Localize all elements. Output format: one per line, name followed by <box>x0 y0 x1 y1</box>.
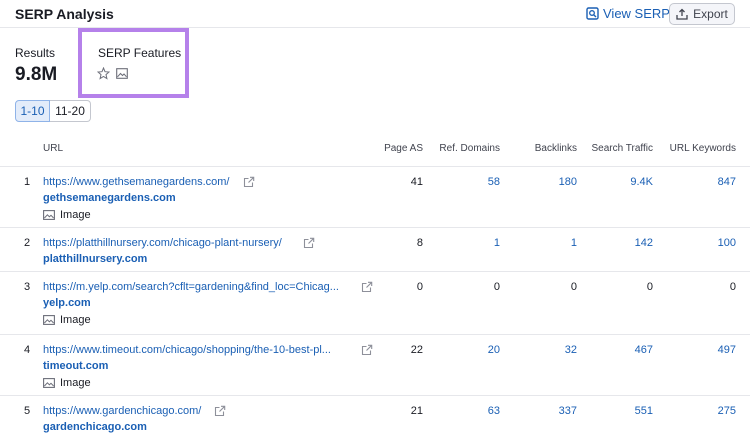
search-traffic-value[interactable]: 9.4K <box>585 176 653 188</box>
column-url[interactable]: URL <box>43 143 63 154</box>
table-header: URL Page AS Ref. Domains Backlinks Searc… <box>0 138 750 162</box>
search-traffic-value[interactable]: 142 <box>585 237 653 249</box>
results-pagination: 1-10 11-20 <box>15 100 91 122</box>
page-as-value: 21 <box>410 405 423 417</box>
view-serp-link[interactable]: View SERP <box>586 6 670 21</box>
ref-domains-value: 0 <box>493 281 500 293</box>
page-1-10-button[interactable]: 1-10 <box>15 100 50 122</box>
result-domain-link[interactable]: platthillnursery.com <box>43 253 147 265</box>
column-url-keywords[interactable]: URL Keywords <box>670 143 736 154</box>
url-keywords-value: 0 <box>729 281 736 293</box>
column-page-as[interactable]: Page AS <box>384 143 423 154</box>
column-ref-domains[interactable]: Ref. Domains <box>439 143 500 154</box>
backlinks-value[interactable]: 337 <box>510 405 577 417</box>
export-button[interactable]: Export <box>669 3 735 25</box>
column-search-traffic[interactable]: Search Traffic <box>591 143 653 154</box>
image-icon <box>43 210 55 220</box>
image-tag-label: Image <box>60 209 91 221</box>
url-keywords-value[interactable]: 275 <box>665 405 736 417</box>
image-feature-tag: Image <box>43 377 91 389</box>
search-traffic-value[interactable]: 551 <box>585 405 653 417</box>
url-keywords-value[interactable]: 100 <box>665 237 736 249</box>
page-as-value: 41 <box>410 176 423 188</box>
row-rank: 3 <box>24 281 31 293</box>
panel-header: SERP Analysis View SERP Export <box>0 0 750 28</box>
image-icon <box>43 315 55 325</box>
page-as-value: 8 <box>416 237 423 249</box>
page-11-20-button[interactable]: 11-20 <box>50 100 91 122</box>
results-label: Results <box>15 46 56 60</box>
view-serp-label: View SERP <box>603 6 670 21</box>
image-tag-label: Image <box>60 314 91 326</box>
result-domain-link[interactable]: gethsemanegardens.com <box>43 192 176 204</box>
ref-domains-value[interactable]: 58 <box>430 176 500 188</box>
column-backlinks[interactable]: Backlinks <box>535 143 577 154</box>
table-row: 5 https://www.gardenchicago.com/ gardenc… <box>0 395 750 441</box>
search-traffic-value: 0 <box>646 281 653 293</box>
page-as-value: 22 <box>410 344 423 356</box>
serp-features-highlight <box>78 28 189 98</box>
image-feature-tag: Image <box>43 314 91 326</box>
row-rank: 5 <box>24 405 31 417</box>
row-rank: 1 <box>24 176 31 188</box>
result-url-link[interactable]: https://m.yelp.com/search?cflt=gardening… <box>43 281 339 293</box>
backlinks-value[interactable]: 1 <box>510 237 577 249</box>
external-link-icon[interactable] <box>214 405 226 417</box>
results-value: 9.8M <box>15 64 58 85</box>
ref-domains-value[interactable]: 63 <box>430 405 500 417</box>
url-keywords-value[interactable]: 497 <box>665 344 736 356</box>
result-url-link[interactable]: https://platthillnursery.com/chicago-pla… <box>43 237 282 249</box>
result-url-link[interactable]: https://www.timeout.com/chicago/shopping… <box>43 344 331 356</box>
image-icon <box>43 378 55 388</box>
star-icon[interactable] <box>97 67 110 80</box>
table-row: 3 https://m.yelp.com/search?cflt=gardeni… <box>0 271 750 334</box>
image-icon[interactable] <box>116 68 128 79</box>
serp-features-label: SERP Features <box>98 46 182 60</box>
image-tag-label: Image <box>60 377 91 389</box>
table-row: 1 https://www.gethsemanegardens.com/ get… <box>0 166 750 227</box>
serp-icon <box>586 7 599 20</box>
url-keywords-value[interactable]: 847 <box>665 176 736 188</box>
page-title: SERP Analysis <box>15 6 114 22</box>
serp-features-icons <box>97 67 128 80</box>
ref-domains-value[interactable]: 20 <box>430 344 500 356</box>
search-traffic-value[interactable]: 467 <box>585 344 653 356</box>
row-rank: 4 <box>24 344 31 356</box>
table-row: 4 https://www.timeout.com/chicago/shoppi… <box>0 334 750 395</box>
export-icon <box>676 8 688 20</box>
ref-domains-value[interactable]: 1 <box>430 237 500 249</box>
result-url-link[interactable]: https://www.gardenchicago.com/ <box>43 405 201 417</box>
result-domain-link[interactable]: timeout.com <box>43 360 108 372</box>
result-domain-link[interactable]: yelp.com <box>43 297 91 309</box>
external-link-icon[interactable] <box>243 176 255 188</box>
row-rank: 2 <box>24 237 31 249</box>
backlinks-value: 0 <box>570 281 577 293</box>
page-as-value: 0 <box>416 281 423 293</box>
export-label: Export <box>693 7 728 21</box>
table-row: 2 https://platthillnursery.com/chicago-p… <box>0 227 750 271</box>
backlinks-value[interactable]: 32 <box>510 344 577 356</box>
backlinks-value[interactable]: 180 <box>510 176 577 188</box>
external-link-icon[interactable] <box>303 237 315 249</box>
image-feature-tag: Image <box>43 209 91 221</box>
result-url-link[interactable]: https://www.gethsemanegardens.com/ <box>43 176 229 188</box>
result-domain-link[interactable]: gardenchicago.com <box>43 421 147 433</box>
